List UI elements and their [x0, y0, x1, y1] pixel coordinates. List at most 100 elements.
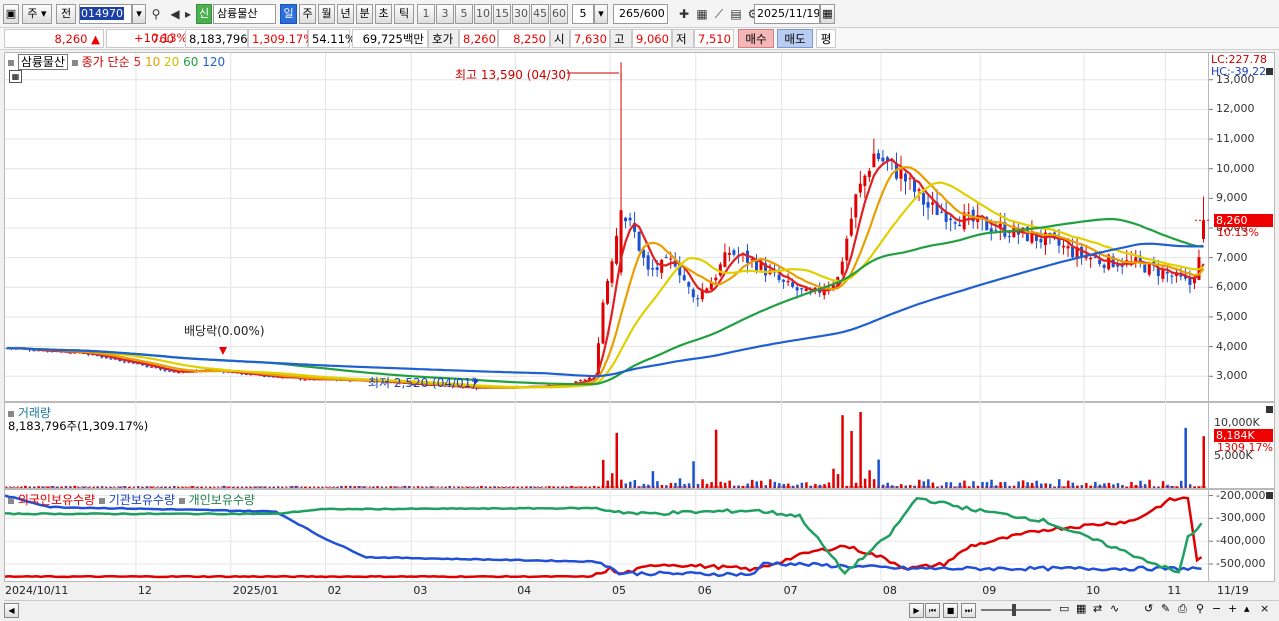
candle-body	[637, 231, 641, 251]
legend-foreign[interactable]: 외국인보유수량	[18, 493, 95, 507]
zoom-slider[interactable]	[981, 609, 1051, 611]
legend-ma-title[interactable]: 종가 단순	[82, 55, 130, 69]
scroll-left-button[interactable]: ◀	[4, 603, 19, 618]
volume-bar	[105, 487, 108, 488]
print-icon[interactable]: ⎙	[1178, 602, 1187, 616]
candle-body	[578, 380, 582, 382]
candle-body	[109, 358, 113, 360]
x-tick-label: 2025/01	[232, 584, 279, 597]
collapse-icon[interactable]	[1266, 68, 1273, 75]
candle-body	[899, 169, 903, 179]
legend-marker-icon	[8, 59, 14, 66]
legend-ma-60[interactable]: 60	[183, 55, 198, 69]
x-tick-label: 11/19	[1217, 584, 1249, 597]
candle-body	[863, 175, 867, 187]
candle-body	[867, 170, 871, 177]
edit-icon[interactable]: ✎	[1161, 602, 1170, 615]
price-tick-label: 3,000	[1216, 369, 1248, 383]
close-icon[interactable]: ×	[1260, 602, 1269, 615]
candle-body	[940, 211, 944, 213]
candle-body	[1071, 247, 1075, 258]
ma-line-120	[6, 242, 1204, 378]
price-tick-label: 5,000	[1216, 309, 1248, 323]
candle-body	[1007, 236, 1011, 238]
indicator-icon[interactable]: ∿	[1110, 602, 1119, 615]
candle-body	[651, 268, 655, 270]
holdings-tick-label: -400,000	[1216, 534, 1266, 548]
price-tag-pct: 10.13%	[1217, 226, 1259, 239]
candle-body	[718, 264, 722, 276]
holdings-collapse-icon[interactable]	[1266, 492, 1273, 499]
volume-bar	[91, 487, 95, 488]
x-tick-label: 09	[982, 584, 997, 597]
low-annotation: 최저 2,520 (04/01)	[368, 376, 477, 390]
volume-tick-10000k: 10,000K	[1214, 416, 1260, 429]
stop-button[interactable]: ■	[943, 603, 958, 618]
volume-collapse-icon[interactable]	[1266, 406, 1273, 413]
volume-bar	[836, 474, 840, 488]
volume-bar	[398, 487, 402, 488]
magnifier-icon[interactable]: ⚲	[1196, 602, 1204, 615]
reset-icon[interactable]: ↺	[1144, 602, 1153, 615]
volume-bar	[611, 473, 614, 488]
candle-body	[727, 252, 731, 255]
ma-line-10	[6, 166, 1205, 389]
candle-body	[168, 370, 172, 372]
volume-bar	[714, 429, 718, 488]
zoom-out-icon[interactable]: −	[1212, 602, 1221, 615]
ma-line-5	[6, 157, 1205, 389]
candle-body	[782, 279, 786, 282]
candle-body	[628, 217, 632, 221]
legend-ma-10[interactable]: 10	[145, 55, 160, 69]
layout-icon[interactable]: ▦	[1076, 602, 1086, 615]
chart-menu-icon[interactable]: ▦	[9, 70, 22, 83]
compare-icon[interactable]: ⇄	[1093, 602, 1102, 615]
volume-bar	[46, 486, 50, 488]
legend-ma-120[interactable]: 120	[202, 55, 225, 69]
candle-body	[1161, 270, 1165, 279]
volume-bar	[854, 482, 858, 488]
price-tick-label: 10,000	[1216, 161, 1255, 175]
candle-body	[849, 218, 853, 236]
zoom-fit-icon[interactable]: ▴	[1244, 602, 1250, 615]
x-tick-label: 02	[327, 584, 342, 597]
x-tick-label: 2024/10/11	[5, 584, 69, 597]
scroll-right-button[interactable]: ▶	[909, 603, 924, 618]
zoom-in-icon[interactable]: +	[1228, 602, 1237, 615]
x-tick-label: 10	[1086, 584, 1101, 597]
volume-bar	[1121, 484, 1124, 488]
candle-body	[732, 250, 736, 255]
bottom-scrollbar[interactable]: ◀ ▶ ⏮ ■ ⏭ ▭ ▦ ⇄ ∿ ↺ ✎ ⎙ ⚲ − + ▴ ×	[4, 600, 1279, 619]
legend-marker-icon	[8, 410, 14, 417]
volume-bar	[15, 487, 18, 488]
zoom-slider-handle[interactable]	[1012, 604, 1016, 616]
candle-body	[958, 224, 962, 227]
volume-bar	[841, 415, 844, 488]
first-page-button[interactable]: ⏮	[925, 603, 940, 618]
legend-individual[interactable]: 개인보유수량	[189, 493, 255, 507]
legend-ma-20[interactable]: 20	[164, 55, 179, 69]
high-annotation: 최고 13,590 (04/30)	[455, 68, 571, 82]
volume-bar	[1184, 427, 1187, 488]
legend-ma-5[interactable]: 5	[133, 55, 141, 69]
last-page-button[interactable]: ⏭	[961, 603, 976, 618]
candle-body	[791, 282, 795, 287]
legend-institution[interactable]: 기관보유수량	[109, 493, 175, 507]
candle-body	[845, 238, 849, 261]
chart-svg	[4, 53, 1213, 582]
candle-body	[881, 157, 885, 162]
window-tools-icon[interactable]: ▭	[1059, 602, 1069, 615]
candle-body	[714, 277, 718, 281]
candle-body	[646, 255, 650, 270]
candle-body	[931, 202, 935, 205]
legend-stock-name[interactable]: 삼륭물산	[17, 54, 68, 70]
volume-bar	[1098, 484, 1102, 488]
candle-body	[601, 302, 605, 344]
price-tick-label: 6,000	[1216, 280, 1248, 294]
candle-body	[913, 180, 917, 192]
candle-body	[1098, 259, 1102, 264]
volume-bar	[267, 487, 271, 488]
candle-body	[994, 229, 998, 231]
candle-body	[682, 275, 686, 281]
candle-body	[122, 361, 126, 363]
